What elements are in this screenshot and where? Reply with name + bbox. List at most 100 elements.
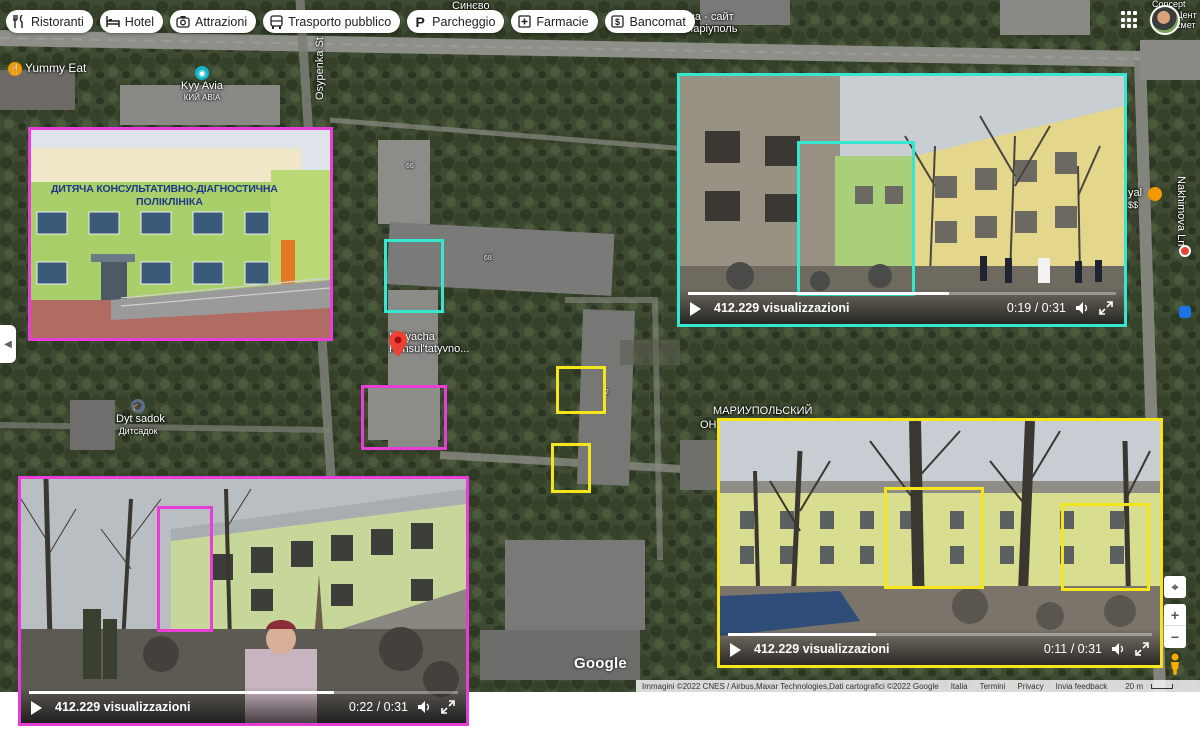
- place-name: Kyy Avia: [181, 80, 223, 92]
- clinic-sign-line-1: ДИТЯЧА КОНСУЛЬТАТИВНО-ДІАГНОСТИЧНА: [51, 183, 278, 195]
- plus-icon: +: [1170, 606, 1180, 623]
- view-count: 412.229 visualizzazioni: [714, 301, 850, 315]
- video-time: 0:19 / 0:31: [1006, 301, 1066, 315]
- play-icon[interactable]: [690, 302, 701, 316]
- video-player-magenta[interactable]: 412.229 visualizzazioni 0:22 / 0:31: [18, 476, 469, 726]
- video-player-cyan[interactable]: 412.229 visualizzazioni 0:19 / 0:31: [677, 73, 1127, 327]
- zoom-out-button[interactable]: −: [1164, 626, 1186, 648]
- view-count: 412.229 visualizzazioni: [55, 700, 191, 714]
- privacy-link[interactable]: Privacy: [1011, 682, 1049, 691]
- crosshair-icon: ⌖: [1171, 579, 1179, 594]
- volume-icon[interactable]: [416, 699, 432, 715]
- chip-parking[interactable]: P Parcheggio: [407, 10, 505, 33]
- fullscreen-icon[interactable]: [1134, 641, 1150, 657]
- place-yummy-eat[interactable]: 🍴 Yummy Eat: [8, 62, 86, 76]
- my-location-button[interactable]: ⌖: [1164, 576, 1186, 598]
- google-apps-icon[interactable]: [1121, 11, 1139, 29]
- place-kyy-avia[interactable]: ◉ Kyy Avia КИЙ АВІА: [180, 66, 224, 104]
- video-progress-bar[interactable]: [688, 292, 1116, 295]
- district-label: МАРИУПОЛЬСКИЙ: [713, 405, 813, 417]
- clinic-sign-line-2: ПОЛІКЛІНІКА: [136, 196, 203, 208]
- fullscreen-icon[interactable]: [1098, 300, 1114, 316]
- building-number: 68: [484, 255, 492, 262]
- clinic-photo-frame: ДИТЯЧА КОНСУЛЬТАТИВНО-ДІАГНОСТИЧНА ПОЛІК…: [28, 127, 333, 341]
- chip-restaurants[interactable]: Ristoranti: [6, 10, 93, 33]
- highlight-box-yellow: [551, 443, 591, 493]
- bus-stop-icon[interactable]: [1179, 306, 1191, 318]
- country-link[interactable]: Italia: [945, 682, 974, 691]
- user-avatar[interactable]: [1150, 5, 1180, 35]
- map-attribution-bar: Immagini ©2022 CNES / Airbus,Maxar Techn…: [636, 680, 1200, 692]
- map-controls: ⌖ + −: [1164, 576, 1186, 648]
- chip-attractions[interactable]: Attrazioni: [169, 10, 257, 33]
- svg-text:$: $: [615, 17, 620, 27]
- volume-icon[interactable]: [1110, 641, 1126, 657]
- atm-icon: $: [611, 15, 625, 29]
- category-chips: Ristoranti Hotel Attrazioni Trasporto pu…: [6, 10, 695, 33]
- video-controls: 412.229 visualizzazioni 0:19 / 0:31: [680, 288, 1124, 324]
- video-progress-fill: [688, 292, 950, 295]
- video-progress-bar[interactable]: [728, 633, 1152, 636]
- chip-label: Trasporto pubblico: [288, 14, 392, 29]
- chip-pharmacies[interactable]: Farmacie: [511, 10, 598, 33]
- clinic-photo: [31, 130, 330, 338]
- play-icon[interactable]: [730, 643, 741, 657]
- camera-icon: [176, 15, 190, 29]
- scale-label: 20 m: [1125, 681, 1143, 691]
- building-number: 66: [406, 163, 414, 170]
- scale-indicator[interactable]: 20 m: [1113, 682, 1179, 691]
- map-label-royal: yal: [1128, 187, 1143, 199]
- chevron-left-icon: ◀: [4, 338, 12, 350]
- video-progress-fill: [29, 691, 334, 694]
- poi-pin-icon[interactable]: [1179, 245, 1191, 257]
- video-time: 0:11 / 0:31: [1043, 642, 1102, 656]
- video-progress-bar[interactable]: [29, 691, 458, 694]
- video-time: 0:22 / 0:31: [348, 700, 408, 714]
- pharmacy-icon: [517, 15, 531, 29]
- zoom-in-button[interactable]: +: [1164, 604, 1186, 626]
- video-progress-fill: [728, 633, 877, 636]
- chip-label: Bancomat: [629, 14, 686, 29]
- parking-icon: P: [415, 13, 425, 30]
- scale-bar: [1151, 683, 1173, 689]
- video-controls: 412.229 visualizzazioni 0:11 / 0:31: [720, 629, 1160, 665]
- fullscreen-icon[interactable]: [440, 699, 456, 715]
- chip-atm[interactable]: $ Bancomat: [604, 10, 695, 33]
- place-subname: Дитсадок: [118, 426, 158, 436]
- camera-pin-icon: ◉: [195, 66, 209, 80]
- street-label-osypenka: Osypenka St: [314, 37, 326, 100]
- minus-icon: −: [1170, 629, 1180, 645]
- pegman-icon[interactable]: [1168, 653, 1182, 675]
- highlight-box-yellow: [556, 366, 606, 414]
- google-logo: Google: [574, 655, 627, 672]
- place-dytyacha-konsultatyvno[interactable]: Dytyacha Konsul'tatyvno...: [389, 331, 469, 357]
- chip-hotel[interactable]: Hotel: [99, 10, 163, 33]
- fork-knife-icon: [12, 15, 26, 29]
- video-player-yellow[interactable]: 412.229 visualizzazioni 0:11 / 0:31: [717, 418, 1163, 668]
- place-name: Dyt sadok: [116, 413, 165, 425]
- red-map-pin-icon: [389, 331, 407, 357]
- video-controls: 412.229 visualizzazioni 0:22 / 0:31: [21, 687, 466, 723]
- highlight-box-magenta: [157, 506, 213, 632]
- imagery-attribution: Immagini ©2022 CNES / Airbus,Maxar Techn…: [642, 681, 939, 691]
- map-label-royal-price: $$: [1128, 200, 1139, 210]
- school-pin-icon: 🎓: [131, 399, 145, 413]
- district-label-2: ОН: [700, 419, 717, 431]
- collapse-side-panel-button[interactable]: ◀: [0, 325, 16, 363]
- terms-link[interactable]: Termini: [974, 682, 1012, 691]
- highlight-box-cyan: [797, 141, 915, 296]
- chip-public-transport[interactable]: Trasporto pubblico: [263, 10, 401, 33]
- place-dyt-sadok[interactable]: 🎓 Dyt sadok Дитсадок: [116, 399, 165, 437]
- highlight-box-yellow: [1061, 503, 1150, 591]
- chip-label: Ristoranti: [31, 14, 84, 29]
- chip-label: Farmacie: [536, 14, 589, 29]
- play-icon[interactable]: [31, 701, 42, 715]
- bus-icon: [269, 14, 283, 29]
- chip-label: Hotel: [124, 14, 154, 29]
- volume-icon[interactable]: [1074, 300, 1090, 316]
- restaurant-pin-icon[interactable]: [1148, 187, 1162, 201]
- highlight-box-magenta: [361, 385, 447, 450]
- feedback-link[interactable]: Invia feedback: [1050, 682, 1114, 691]
- place-name: Yummy Eat: [25, 61, 87, 75]
- highlight-box-cyan: [384, 239, 444, 313]
